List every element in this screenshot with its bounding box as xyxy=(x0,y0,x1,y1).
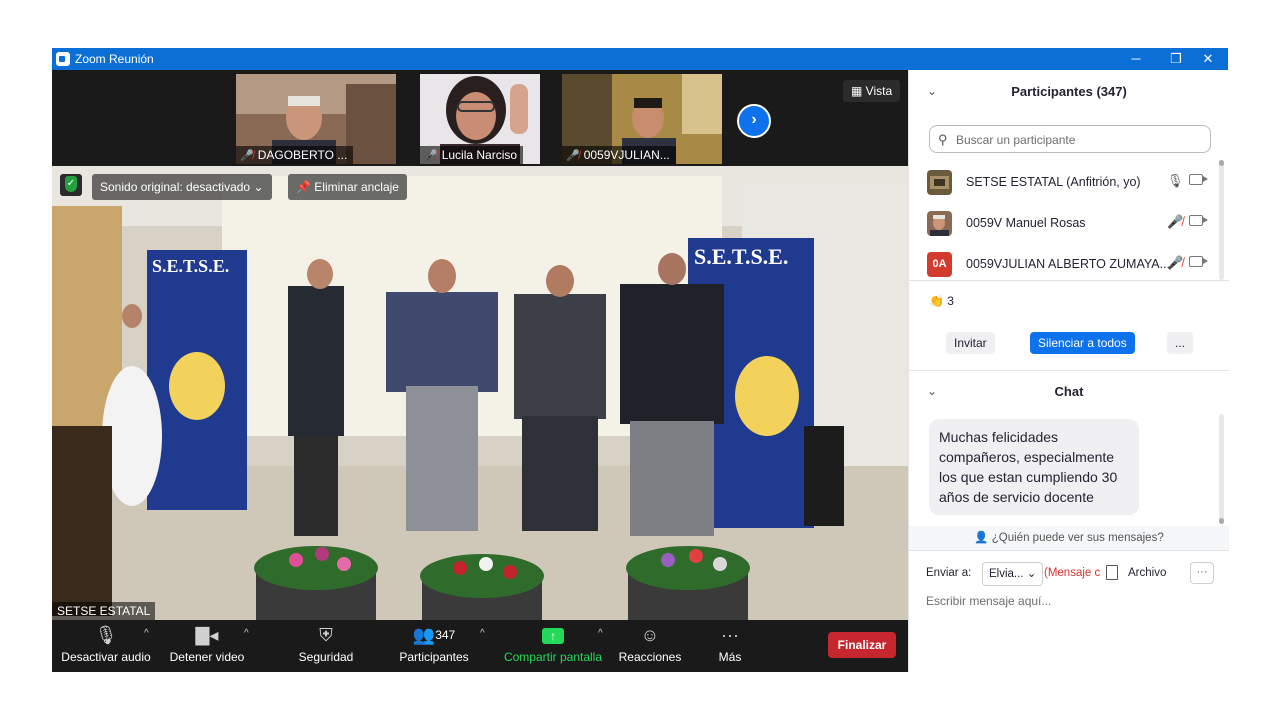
participants-title: Participantes (347) xyxy=(1011,84,1127,99)
mic-muted-icon[interactable]: 🎤̸ xyxy=(1167,214,1183,230)
more-dots-icon: ··· xyxy=(721,625,739,645)
original-sound-toggle[interactable]: Sonido original: desactivado ⌄ xyxy=(92,174,272,200)
clapping-hands-icon: 👏 xyxy=(929,294,944,308)
participant-search-input[interactable]: ⚲ Buscar un participante xyxy=(929,125,1211,153)
chat-message: Muchas felicidades compañeros, especialm… xyxy=(929,419,1139,515)
reaction-counter: 👏 3 xyxy=(929,294,954,308)
participant-thumbnail[interactable]: 🎤̸ Lucila Narciso xyxy=(420,74,540,164)
video-camera-icon[interactable] xyxy=(1189,256,1208,267)
mute-all-button[interactable]: Silenciar a todos xyxy=(1030,332,1135,354)
avatar xyxy=(927,211,952,236)
chat-header: ⌄ Chat xyxy=(909,372,1229,412)
participant-name: SETSE ESTATAL (Anfitrión, yo) xyxy=(966,175,1141,189)
avatar: 0A xyxy=(927,252,952,277)
chevron-up-icon[interactable]: ^ xyxy=(144,628,149,639)
participant-list: SETSE ESTATAL (Anfitrión, yo) 🎙 0059V Ma… xyxy=(909,162,1229,285)
mic-muted-icon[interactable]: 🎤̸ xyxy=(1167,255,1183,271)
participant-scrollbar[interactable] xyxy=(1219,160,1224,280)
next-page-button[interactable]: › xyxy=(737,104,771,138)
chevron-down-icon: ⌄ xyxy=(1026,568,1037,580)
side-panel: ⌄ Participantes (347) ⚲ Buscar un partic… xyxy=(908,70,1229,672)
more-options-button[interactable]: ... xyxy=(1167,332,1194,354)
smiley-add-icon: ☺ xyxy=(640,625,660,645)
video-camera-icon: ▇◂ xyxy=(195,625,219,645)
divider xyxy=(909,370,1229,371)
chevron-up-icon[interactable]: ^ xyxy=(480,628,485,639)
share-screen-icon: ↑ xyxy=(542,628,564,645)
video-camera-icon[interactable] xyxy=(1189,174,1208,185)
zoom-window: Zoom Reunión ─ ❐ ✕ 🎤̸ DAGOBERTO ... 🎤̸ L… xyxy=(52,48,1229,672)
unpin-video-button[interactable]: 📌 Eliminar anclaje xyxy=(288,174,407,200)
participant-name: DAGOBERTO ... xyxy=(257,148,348,162)
mic-muted-icon: 🎤̸ xyxy=(240,150,254,162)
zoom-logo-icon xyxy=(56,52,70,66)
participant-name: 0059V Manuel Rosas xyxy=(966,216,1086,230)
more-button[interactable]: ··· Más xyxy=(708,620,752,672)
end-meeting-button[interactable]: Finalizar xyxy=(828,632,896,658)
participant-name: 0059VJULIAN... xyxy=(583,148,670,162)
file-icon[interactable] xyxy=(1106,565,1118,580)
message-type-label: (Mensaje c xyxy=(1044,567,1101,579)
participant-thumbnail[interactable]: 🎤̸ 0059VJULIAN... xyxy=(562,74,722,164)
search-icon: ⚲ xyxy=(938,132,948,147)
chat-title: Chat xyxy=(1054,384,1084,399)
participant-name: 0059VJULIAN ALBERTO ZUMAYA... xyxy=(966,257,1171,271)
who-can-see-link[interactable]: 👤 ¿Quién puede ver sus mensajes? xyxy=(909,526,1229,550)
mute-audio-button[interactable]: 🎙 Desactivar audio ^ xyxy=(60,620,152,672)
security-button[interactable]: ⛨ Seguridad xyxy=(290,620,362,672)
divider xyxy=(909,280,1229,281)
participants-header: ⌄ Participantes (347) xyxy=(909,70,1229,116)
participant-thumbnail[interactable]: 🎤̸ DAGOBERTO ... xyxy=(236,74,396,164)
chat-more-button[interactable]: ··· xyxy=(1190,562,1214,584)
list-item[interactable]: 0A 0059VJULIAN ALBERTO ZUMAYA... 🎤̸ xyxy=(909,244,1229,285)
invite-button[interactable]: Invitar xyxy=(946,332,995,354)
banner-left-text: S.E.T.S.E. xyxy=(152,256,229,276)
thumbnail-strip: 🎤̸ DAGOBERTO ... 🎤̸ Lucila Narciso 🎤̸ 00… xyxy=(52,70,908,166)
mic-muted-icon: 🎤̸ xyxy=(424,150,438,162)
grid-icon: ▦ xyxy=(851,84,866,98)
meeting-toolbar: 🎙 Desactivar audio ^ ▇◂ Detener video ^ … xyxy=(52,620,908,672)
share-screen-button[interactable]: ↑ Compartir pantalla ^ xyxy=(502,620,604,672)
mic-muted-icon: 🎤̸ xyxy=(566,150,580,162)
participants-count: 347 xyxy=(435,628,456,642)
chevron-up-icon[interactable]: ^ xyxy=(598,628,603,639)
list-item[interactable]: SETSE ESTATAL (Anfitrión, yo) 🎙 xyxy=(909,162,1229,203)
person-lock-icon: 👤 xyxy=(974,532,992,544)
chat-message-input[interactable]: Escribir mensaje aquí... xyxy=(926,594,1051,608)
microphone-icon: 🎙 xyxy=(94,625,118,645)
reactions-button[interactable]: ☺ Reacciones xyxy=(618,620,682,672)
speaker-name-label: SETSE ESTATAL xyxy=(52,602,156,620)
view-button[interactable]: ▦ Vista xyxy=(843,80,901,102)
stop-video-button[interactable]: ▇◂ Detener video ^ xyxy=(166,620,249,672)
chevron-up-icon[interactable]: ^ xyxy=(244,628,249,639)
title-bar: Zoom Reunión ─ ❐ ✕ xyxy=(52,48,1228,70)
shield-icon: ⛨ xyxy=(319,625,333,645)
participants-button[interactable]: 👥347 Participantes ^ xyxy=(392,620,484,672)
close-button[interactable]: ✕ xyxy=(1188,48,1228,70)
file-button[interactable]: Archivo xyxy=(1128,567,1166,579)
video-camera-icon[interactable] xyxy=(1189,215,1208,226)
security-shield-icon[interactable] xyxy=(60,174,82,196)
banner-right-text: S.E.T.S.E. xyxy=(694,244,788,269)
pin-icon: 📌 xyxy=(296,180,315,194)
divider xyxy=(909,550,1229,551)
microphone-icon[interactable]: 🎙 xyxy=(1167,173,1184,189)
recipient-select[interactable]: Elvia... ⌄ xyxy=(982,562,1044,586)
chevron-down-icon: ⌄ xyxy=(253,180,264,194)
meeting-area: 🎤̸ DAGOBERTO ... 🎤̸ Lucila Narciso 🎤̸ 00… xyxy=(52,70,908,672)
list-item[interactable]: 0059V Manuel Rosas 🎤̸ xyxy=(909,203,1229,244)
send-to-label: Enviar a: xyxy=(926,567,972,579)
stage-scene: S.E.T.S.E. S.E.T.S.E. xyxy=(52,166,908,620)
people-icon: 👥 xyxy=(412,625,436,645)
avatar xyxy=(927,170,952,195)
chat-scrollbar[interactable] xyxy=(1219,414,1224,524)
active-speaker-video: S.E.T.S.E. S.E.T.S.E. ✓ Sonido original:… xyxy=(52,166,908,620)
participant-name: Lucila Narciso xyxy=(441,148,518,162)
window-title: Zoom Reunión xyxy=(75,52,154,66)
minimize-button[interactable]: ─ xyxy=(1116,48,1156,70)
